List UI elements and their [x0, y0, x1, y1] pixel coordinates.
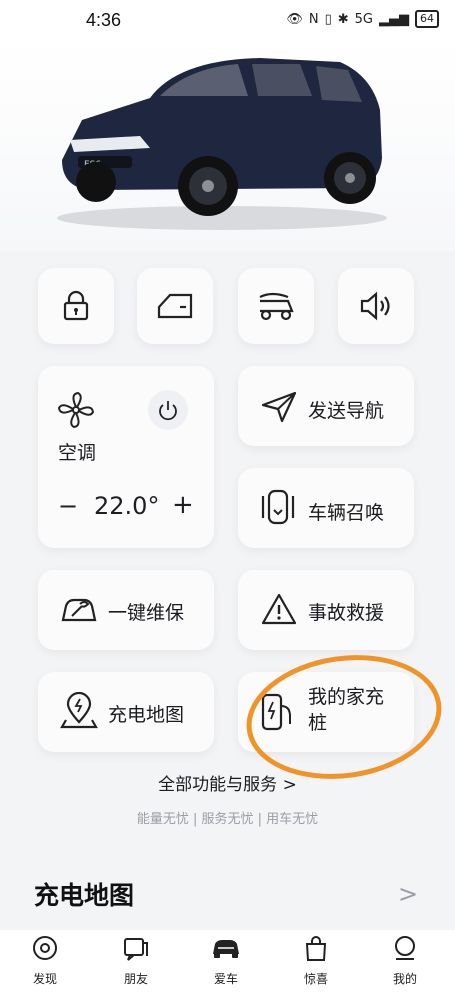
profile-icon: [395, 936, 415, 960]
trunk-button[interactable]: [238, 268, 314, 344]
summon-label: 车辆召唤: [308, 502, 385, 524]
ac-card[interactable]: 空调 − 22.0° +: [38, 366, 214, 548]
send-navigation-label: 发送导航: [308, 400, 385, 422]
vibrate-icon: ▯: [324, 11, 332, 27]
temp-increase-button[interactable]: +: [172, 490, 194, 520]
status-time: 4:36: [86, 10, 122, 30]
status-bar: 4:36 👁 N ▯ ✱ 5G ▂▄▆ 64: [0, 0, 455, 40]
send-navigation-button[interactable]: 发送导航: [238, 366, 414, 446]
maintenance-button[interactable]: 一键维保: [38, 570, 214, 650]
map-pin-icon: [60, 692, 98, 729]
summon-icon: [261, 489, 295, 525]
fan-icon: [57, 391, 95, 429]
tab-surprise[interactable]: 惊喜: [286, 934, 346, 987]
maintenance-label: 一键维保: [108, 602, 185, 624]
signal-icon: ▂▄▆: [379, 11, 409, 27]
rescue-button[interactable]: 事故救援: [238, 570, 414, 650]
bluetooth-icon: ✱: [337, 11, 349, 27]
section-title: 充电地图: [34, 881, 135, 910]
door-icon: [157, 293, 193, 319]
warning-icon: [261, 593, 297, 625]
discover-icon: [33, 936, 57, 960]
rescue-label: 事故救援: [308, 602, 385, 624]
ac-power-button[interactable]: [148, 390, 188, 430]
car-icon: [213, 940, 239, 958]
eye-icon: 👁: [286, 11, 303, 27]
tab-label: 爱车: [213, 972, 238, 986]
temp-decrease-button[interactable]: −: [58, 492, 78, 520]
wrench-car-icon: [61, 598, 97, 622]
service-tagline: 能量无忧 | 服务无忧 | 用车无忧: [136, 812, 319, 827]
tab-label: 惊喜: [303, 972, 328, 986]
lock-icon: [63, 290, 89, 321]
status-icons: 👁 N ▯ ✱ 5G ▂▄▆ 64: [286, 10, 439, 28]
trunk-icon: [259, 292, 294, 321]
speaker-icon: [360, 291, 390, 321]
tab-label: 朋友: [123, 972, 148, 986]
tab-my-car[interactable]: 爱车: [196, 934, 256, 987]
tab-me[interactable]: 我的: [375, 934, 435, 987]
bottom-tab-bar: 发现 朋友 爱车 惊喜 我的: [0, 930, 455, 992]
all-functions-link[interactable]: 全部功能与服务 >: [0, 770, 455, 795]
charging-map-button[interactable]: 充电地图: [38, 672, 214, 752]
navigation-icon: [261, 391, 297, 423]
tab-label: 发现: [32, 972, 57, 986]
tab-discover[interactable]: 发现: [15, 934, 75, 987]
network-label: 5G: [354, 11, 373, 27]
car-hero[interactable]: ES6: [0, 40, 455, 250]
tab-friends[interactable]: 朋友: [106, 934, 166, 987]
door-button[interactable]: [137, 268, 213, 344]
section-arrow-icon[interactable]: >: [398, 880, 418, 908]
ac-label: 空调: [58, 442, 97, 464]
highlight-circle: [238, 642, 450, 792]
power-icon: [159, 401, 177, 421]
charging-map-label: 充电地图: [108, 704, 185, 726]
car-image: ES6: [57, 58, 387, 230]
speaker-button[interactable]: [338, 268, 414, 344]
temperature-value: 22.0°: [94, 492, 160, 520]
battery-icon: 64: [415, 10, 439, 28]
lock-button[interactable]: [38, 268, 114, 344]
nfc-icon: N: [308, 11, 319, 27]
summon-button[interactable]: 车辆召唤: [238, 468, 414, 548]
chat-icon: [124, 938, 148, 961]
tab-label: 我的: [392, 972, 417, 986]
bag-icon: [305, 936, 327, 961]
